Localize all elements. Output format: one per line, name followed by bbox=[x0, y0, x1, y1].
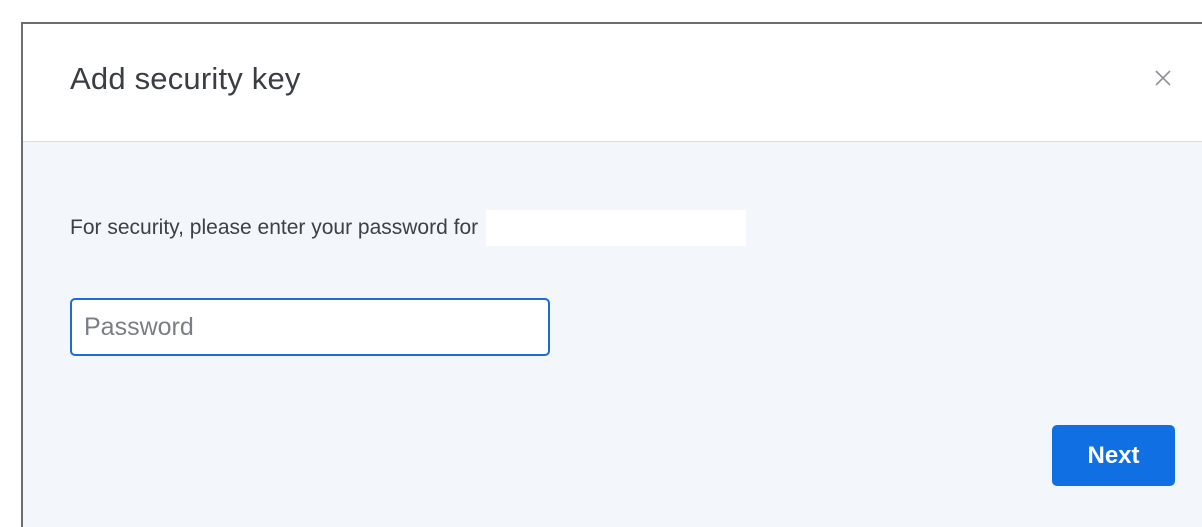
password-prompt: For security, please enter your password… bbox=[70, 210, 747, 246]
close-icon bbox=[1155, 70, 1171, 86]
next-button[interactable]: Next bbox=[1052, 425, 1175, 486]
add-security-key-dialog: Add security key For security, please en… bbox=[21, 22, 1202, 527]
redacted-email bbox=[486, 210, 747, 246]
close-button[interactable] bbox=[1146, 61, 1180, 95]
dialog-header: Add security key bbox=[23, 24, 1202, 142]
dialog-body: For security, please enter your password… bbox=[23, 142, 1202, 527]
dialog-title: Add security key bbox=[70, 61, 301, 96]
password-input[interactable] bbox=[70, 298, 550, 356]
prompt-text: For security, please enter your password… bbox=[70, 216, 479, 239]
